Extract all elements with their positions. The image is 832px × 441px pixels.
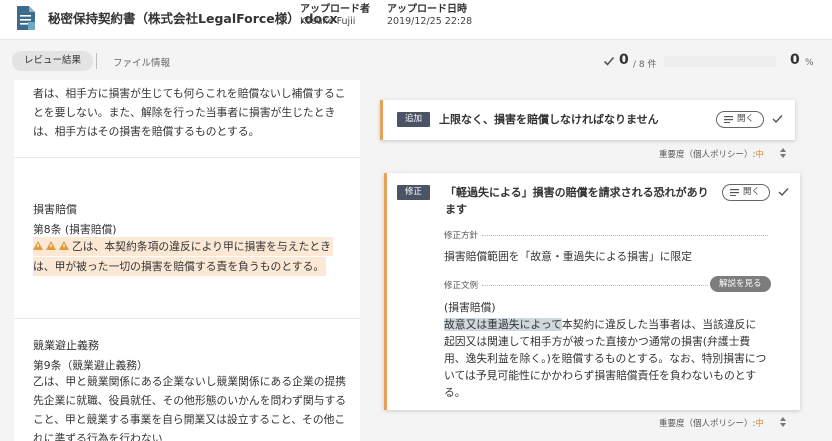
severity-value: 中 bbox=[755, 150, 764, 160]
check-icon[interactable] bbox=[772, 114, 783, 124]
uploader-label: アップロード者 bbox=[300, 4, 370, 15]
severity-indicator: 重要度（個人ポリシー）:中 bbox=[659, 148, 764, 160]
upload-date-label: アップロード日時 bbox=[387, 4, 467, 15]
severity-label: 重要度（個人ポリシー）: bbox=[659, 150, 756, 160]
open-button-label: 開く bbox=[737, 114, 755, 124]
review-card-add[interactable]: 追加 上限なく、損害を賠償しなければなりません 開く bbox=[380, 100, 795, 140]
list-icon bbox=[724, 116, 733, 123]
check-icon[interactable] bbox=[778, 187, 789, 197]
tag-add: 追加 bbox=[397, 112, 431, 127]
card-title: 上限なく、損害を賠償しなければなりません bbox=[439, 113, 659, 126]
example-highlight: 故意又は重過失によって bbox=[444, 318, 562, 331]
section-divider bbox=[14, 157, 360, 158]
sort-arrows-icon[interactable] bbox=[780, 148, 786, 158]
section-title-damages: 損害賠償 bbox=[33, 203, 77, 216]
open-button-label: 開く bbox=[743, 187, 761, 197]
explain-button[interactable]: 解説を見る bbox=[710, 276, 771, 292]
example-heading: (損害賠償) bbox=[444, 301, 496, 314]
review-card-modify[interactable]: 修正 「軽過失による」損害の賠償を請求される恐れがあります 開く 修正方針 損害… bbox=[384, 173, 800, 410]
warning-icon bbox=[59, 241, 69, 250]
list-icon bbox=[730, 189, 739, 196]
card-accent bbox=[380, 100, 383, 140]
sort-arrows-icon[interactable] bbox=[780, 417, 786, 427]
section-divider bbox=[14, 318, 360, 319]
policy-text: 損害賠償範囲を「故意・重過失による損害」に限定 bbox=[444, 250, 693, 263]
severity-indicator: 重要度（個人ポリシー）:中 bbox=[659, 417, 764, 429]
clause-text: 乙は、甲と競業関係にある企業ないし競業関係にある企業の提携先企業に就職、役員就任… bbox=[33, 375, 347, 441]
tab-review-results[interactable]: レビュー結果 bbox=[12, 51, 94, 71]
policy-label: 修正方針 bbox=[444, 231, 479, 241]
severity-label: 重要度（個人ポリシー）: bbox=[659, 419, 756, 429]
tab-file-info[interactable]: ファイル情報 bbox=[113, 55, 170, 69]
example-label: 修正文例 bbox=[444, 281, 479, 291]
tag-modify: 修正 bbox=[397, 185, 431, 200]
upload-date-value: 2019/12/25 22:28 bbox=[387, 16, 473, 27]
dotted-divider bbox=[482, 235, 768, 236]
severity-value: 中 bbox=[755, 419, 764, 429]
app-header: 秘密保持契約書（株式会社LegalForce様）.docx アップロード者 Ko… bbox=[0, 0, 832, 40]
progress-percent: 0 bbox=[790, 52, 800, 68]
progress-bar bbox=[664, 56, 776, 67]
card-accent bbox=[384, 173, 387, 410]
document-title: 秘密保持契約書（株式会社LegalForce様）.docx bbox=[48, 11, 338, 26]
article-9-heading: 第9条（競業避止義務） bbox=[33, 359, 148, 372]
warning-icon bbox=[33, 241, 43, 250]
example-text: 故意又は重過失によって本契約に違反した当事者は、当該違反に起因又は関連して相手方… bbox=[444, 316, 767, 401]
open-button[interactable]: 開く bbox=[722, 184, 770, 201]
total-count: / 8 件 bbox=[633, 60, 657, 70]
document-panel: 者は、相手方に損害が生じても何らこれを賠償ないし補償することを要しない。また、解… bbox=[14, 80, 360, 441]
document-icon bbox=[17, 6, 35, 30]
percent-sign: % bbox=[805, 58, 814, 68]
check-icon bbox=[603, 56, 615, 66]
article-8-heading: 第8条 (損害賠償) bbox=[33, 223, 117, 236]
card-title: 「軽過失による」損害の賠償を請求される恐れがあります bbox=[445, 186, 709, 216]
warning-icon bbox=[46, 241, 56, 250]
uploader-value: Kosuke Fujii bbox=[300, 16, 356, 27]
open-button[interactable]: 開く bbox=[716, 111, 764, 128]
clause-text: 者は、相手方に損害が生じても何らこれを賠償ないし補償することを要しない。また、解… bbox=[33, 87, 346, 138]
toolbar-divider bbox=[96, 53, 97, 69]
section-title-non-compete: 競業避止義務 bbox=[33, 339, 99, 352]
clause-text: 乙は、本契約条項の違反により甲に損害を与えたとき bbox=[72, 240, 331, 253]
highlighted-clause-line-2[interactable]: は、甲が被った一切の損害を賠償する責を負うものとする。 bbox=[33, 257, 327, 276]
dotted-divider bbox=[482, 285, 708, 286]
checked-count: 0 bbox=[619, 52, 629, 68]
highlighted-clause-line-1[interactable]: 乙は、本契約条項の違反により甲に損害を与えたとき bbox=[33, 237, 333, 256]
